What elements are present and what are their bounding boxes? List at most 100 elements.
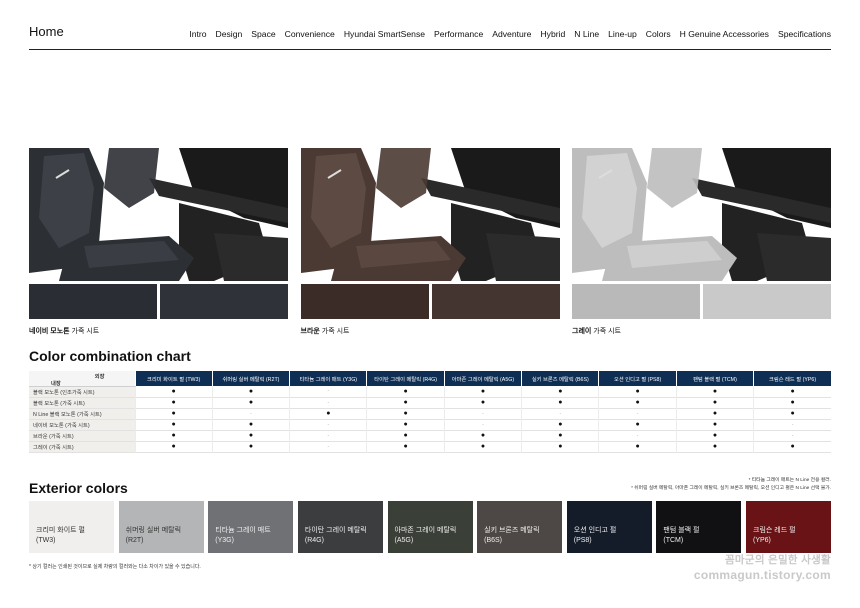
available-mark: ● bbox=[289, 408, 367, 419]
available-mark: ● bbox=[521, 419, 599, 430]
nav-link-colors[interactable]: Colors bbox=[641, 22, 675, 46]
available-mark: ● bbox=[753, 408, 831, 419]
exterior-column-header: 실키 브론즈 메탈릭 (B6S) bbox=[521, 371, 599, 386]
nav-link-specifications[interactable]: Specifications bbox=[773, 22, 831, 46]
exterior-color-swatch: 타이탄 그레이 메탈릭 (R4G) bbox=[297, 501, 383, 553]
nav-link-space[interactable]: Space bbox=[247, 22, 280, 46]
unavailable-mark: - bbox=[753, 430, 831, 441]
interior-photo bbox=[300, 148, 560, 281]
unavailable-mark: - bbox=[289, 441, 367, 452]
exterior-color-swatch: 크리미 화이트 펄 (TW3) bbox=[29, 501, 114, 553]
interior-option: 네이비 모노톤 가죽 시트 bbox=[29, 148, 288, 336]
unavailable-mark: - bbox=[289, 397, 367, 408]
nav-link-hyundai-smartsense[interactable]: Hyundai SmartSense bbox=[339, 22, 429, 46]
color-combination-table: 외장 내장 크리미 화이트 펄 (TW3) 쉬머링 실버 메탈릭 (R2T) 티타늄… bbox=[29, 371, 831, 453]
exterior-column-header: 크리미 화이트 펄 (TW3) bbox=[134, 371, 213, 386]
available-mark: ● bbox=[443, 386, 522, 397]
exterior-color-name: 아마존 그레이 메탈릭 bbox=[394, 527, 457, 534]
nav-link-convenience[interactable]: Convenience bbox=[280, 22, 339, 46]
material-swatch bbox=[160, 284, 288, 319]
table-row: 그레이 (가죽 시트) ● ● - ● ● ● ● ● ● bbox=[29, 441, 831, 452]
nav-link-line-up[interactable]: Line-up bbox=[604, 22, 642, 46]
exterior-color-swatch: 팬텀 블랙 펄 (TCM) bbox=[656, 501, 742, 553]
nav-link-n-line[interactable]: N Line bbox=[570, 22, 604, 46]
note-line: * 티타늄 그레이 매트는 N Line 전용 컬러. bbox=[748, 478, 831, 483]
exterior-color-swatch: 티타늄 그레이 매트 (Y3G) bbox=[208, 501, 294, 553]
nav-link-design[interactable]: Design bbox=[211, 22, 247, 46]
available-mark: ● bbox=[675, 430, 754, 441]
interior-axis-label: 내장 bbox=[51, 380, 61, 386]
interior-row-label: 네이비 모노톤 (가죽 시트) bbox=[29, 419, 135, 430]
exterior-color-name: 실키 브론즈 메탈릭 bbox=[484, 527, 540, 534]
watermark-line: commagun.tistory.com bbox=[693, 568, 831, 582]
interior-type: 가죽 시트 bbox=[591, 328, 621, 335]
available-mark: ● bbox=[366, 397, 445, 408]
nav-link-adventure[interactable]: Adventure bbox=[488, 22, 536, 46]
interior-row-label: N Line 블랙 모노톤 (가죽 시트) bbox=[29, 408, 135, 419]
interior-name: 브라운 bbox=[300, 328, 320, 335]
unavailable-mark: - bbox=[211, 408, 290, 419]
available-mark: ● bbox=[675, 397, 754, 408]
exterior-color-swatches: 크리미 화이트 펄 (TW3) 쉬머링 실버 메탈릭 (R2T) 티타늄 그레이 매트 (… bbox=[29, 501, 831, 553]
available-mark: ● bbox=[211, 419, 290, 430]
available-mark: ● bbox=[211, 430, 290, 441]
available-mark: ● bbox=[675, 441, 754, 452]
unavailable-mark: - bbox=[443, 419, 522, 430]
interior-photo bbox=[29, 148, 288, 281]
exterior-color-swatch: 오션 인디고 펄 (PS8) bbox=[566, 501, 652, 553]
exterior-color-name: 티타늄 그레이 매트 bbox=[215, 527, 271, 534]
material-swatch bbox=[29, 284, 157, 319]
home-link[interactable]: Home bbox=[29, 22, 64, 42]
exterior-column-header: 오션 인디고 펄 (PS8) bbox=[598, 371, 677, 386]
watermark: 꼼마군의 은밀한 사생활 commagun.tistory.com bbox=[694, 552, 831, 582]
table-row: 네이비 모노톤 (가죽 시트) ● ● - ● - ● ● ● - bbox=[29, 419, 831, 430]
exterior-color-swatch: 실키 브론즈 메탈릭 (B6S) bbox=[477, 501, 563, 553]
available-mark: ● bbox=[366, 441, 445, 452]
available-mark: ● bbox=[443, 397, 522, 408]
exterior-color-swatch: 크림슨 레드 펄 (YP6) bbox=[746, 501, 831, 553]
available-mark: ● bbox=[598, 441, 677, 452]
exterior-color-code: (Y3G) bbox=[215, 537, 234, 544]
unavailable-mark: - bbox=[289, 430, 367, 441]
available-mark: ● bbox=[521, 441, 599, 452]
unavailable-mark: - bbox=[443, 408, 522, 419]
footnote: * 상기 컬러는 인쇄된 것이므로 실제 차량의 컬러와는 다소 차이가 있을 … bbox=[29, 564, 201, 570]
available-mark: ● bbox=[134, 441, 213, 452]
available-mark: ● bbox=[366, 386, 445, 397]
available-mark: ● bbox=[675, 408, 754, 419]
interior-option: 브라운 가죽 시트 bbox=[300, 148, 560, 336]
interior-row-label: 그레이 (가죽 시트) bbox=[29, 441, 135, 452]
nav-link-h-genuine-accessories[interactable]: H Genuine Accessories bbox=[675, 22, 773, 46]
exterior-colors-title: Exterior colors bbox=[29, 480, 128, 496]
exterior-color-code: (R2T) bbox=[125, 537, 144, 544]
exterior-color-name: 타이탄 그레이 메탈릭 bbox=[304, 527, 367, 534]
interior-material-swatches bbox=[300, 284, 560, 319]
exterior-column-header: 티타늄 그레이 매트 (Y3G) bbox=[289, 371, 367, 386]
available-mark: ● bbox=[366, 430, 445, 441]
available-mark: ● bbox=[753, 397, 831, 408]
available-mark: ● bbox=[598, 419, 677, 430]
available-mark: ● bbox=[134, 430, 213, 441]
chart-notes: * 티타늄 그레이 매트는 N Line 전용 컬러. * 쉬머링 실버 메탈릭… bbox=[631, 477, 831, 493]
exterior-column-header: 아마존 그레이 메탈릭 (A5G) bbox=[443, 371, 522, 386]
interior-options: 네이비 모노톤 가죽 시트 브라운 가죽 시트 그레이 가죽 시트 bbox=[29, 148, 831, 336]
interior-type: 가죽 시트 bbox=[69, 328, 100, 335]
material-swatch bbox=[300, 284, 429, 319]
available-mark: ● bbox=[598, 397, 677, 408]
interior-type: 가죽 시트 bbox=[319, 328, 350, 335]
exterior-column-header: 팬텀 블랙 펄 (TCM) bbox=[675, 371, 754, 386]
available-mark: ● bbox=[366, 419, 445, 430]
nav-link-hybrid[interactable]: Hybrid bbox=[536, 22, 570, 46]
exterior-color-name: 크림슨 레드 펄 bbox=[753, 527, 796, 534]
available-mark: ● bbox=[134, 397, 213, 408]
available-mark: ● bbox=[753, 441, 831, 452]
exterior-axis-label: 외장 bbox=[94, 374, 105, 380]
available-mark: ● bbox=[521, 386, 599, 397]
unavailable-mark: - bbox=[289, 386, 367, 397]
table-corner-header: 외장 내장 bbox=[29, 371, 135, 387]
exterior-color-name: 팬텀 블랙 펄 bbox=[663, 527, 700, 534]
nav-link-performance[interactable]: Performance bbox=[430, 22, 488, 46]
nav-link-intro[interactable]: Intro bbox=[185, 22, 211, 46]
exterior-color-code: (A5G) bbox=[394, 537, 414, 544]
available-mark: ● bbox=[753, 386, 831, 397]
